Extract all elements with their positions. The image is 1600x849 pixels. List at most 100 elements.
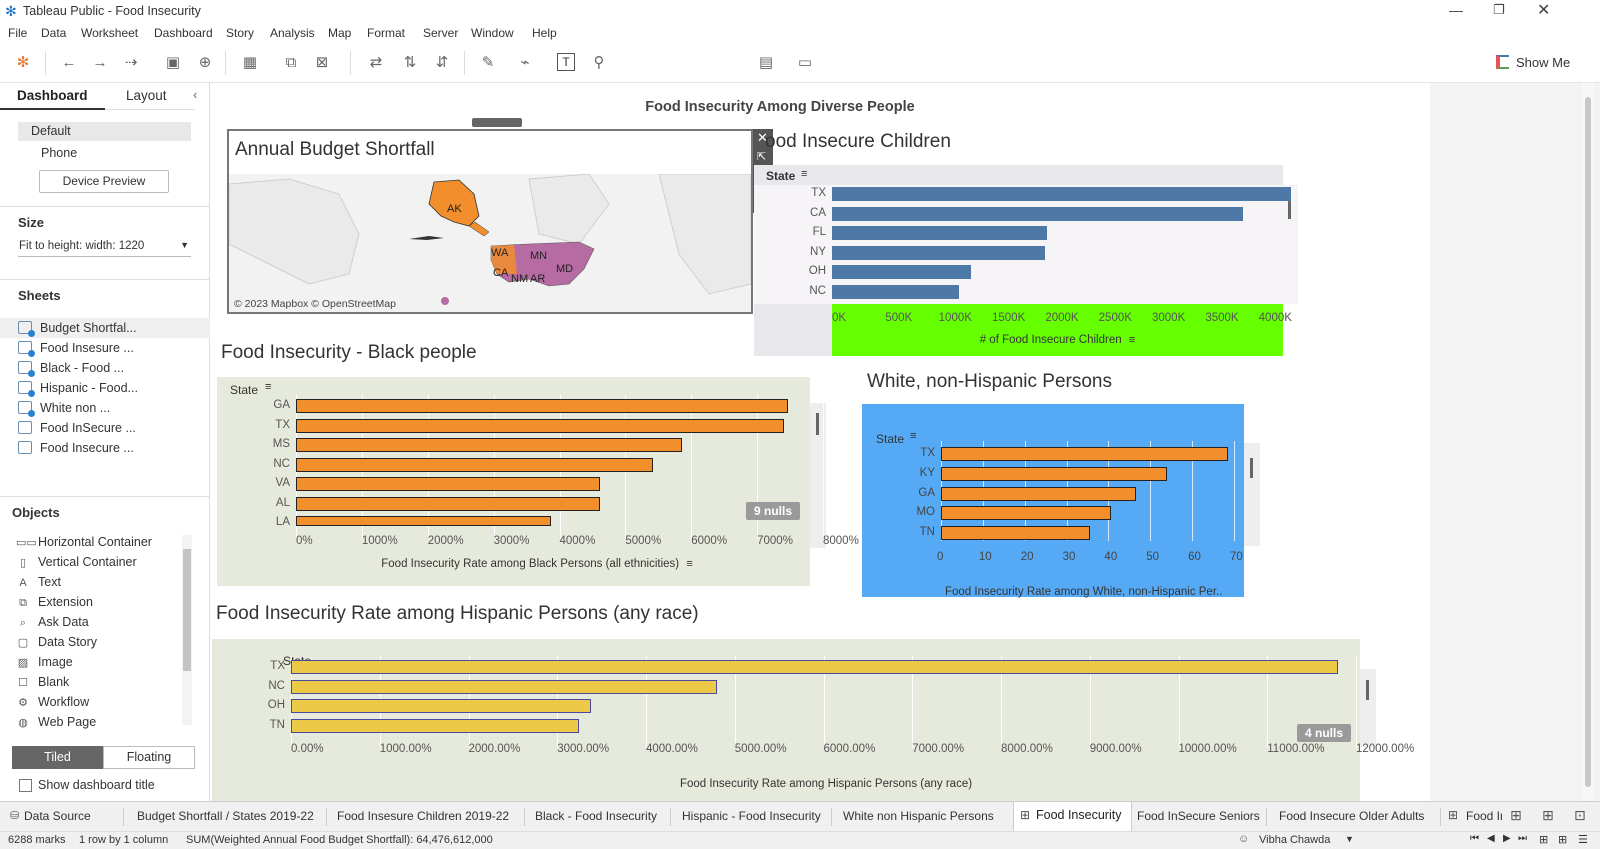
hispanic-scrollbar-track[interactable] [1360,669,1376,747]
new-worksheet-icon[interactable]: ⊞ [1510,807,1522,824]
menu-analysis[interactable]: Analysis [270,26,315,40]
duplicate-icon[interactable]: ⧉ [281,53,301,73]
children-scrollbar[interactable] [1288,201,1291,219]
white-scrollbar[interactable] [1250,458,1253,478]
bar[interactable] [832,265,971,279]
bar[interactable] [291,718,580,733]
bar[interactable] [296,418,784,433]
close-icon[interactable]: ✕ [1537,0,1550,20]
objects-scrollbar[interactable] [182,535,192,725]
collapse-panel-icon[interactable]: ‹ [193,87,197,102]
tab-data-source[interactable]: Data Source [24,809,91,823]
show-title-checkbox[interactable] [19,779,32,792]
object-ask-data[interactable]: ⌕ Ask Data [16,615,89,630]
last-sheet-icon[interactable]: ⏭ [1518,833,1527,844]
replay-icon[interactable]: ⇢ [121,53,141,73]
tab-black[interactable]: Black - Food Insecurity [535,809,657,823]
menu-window[interactable]: Window [471,26,514,40]
sort-icon[interactable]: ≡ [1129,334,1135,346]
new-story-icon[interactable]: ⊡ [1574,807,1586,824]
sheet-item[interactable]: Food Insesure ... [18,341,134,357]
tab-seniors[interactable]: Food InSecure Seniors [1137,809,1260,823]
menu-map[interactable]: Map [328,26,351,40]
pin-icon[interactable]: ⚲ [589,53,609,73]
tab-children[interactable]: Food Insesure Children 2019-22 [337,809,509,823]
bar[interactable] [296,399,788,413]
bar[interactable] [832,187,1291,201]
tab-food-insecurity-active[interactable]: ⊞ Food Insecurity [1013,802,1132,831]
show-labels-icon[interactable]: T [557,53,575,71]
sheet-item[interactable]: Food InSecure ... [18,421,136,435]
grid-view-icon[interactable]: ⊞ [1558,833,1567,846]
redo-icon[interactable]: → [90,53,110,73]
sort-ascending-icon[interactable]: ⇅ [400,53,420,73]
sheet-item[interactable]: Food Insecure ... [18,441,134,455]
sheet-item[interactable]: Budget Shortfal... [18,321,137,337]
tableau-home-icon[interactable]: ✻ [13,53,33,73]
canvas-scroll-thumb[interactable] [1585,97,1591,787]
bar[interactable] [296,516,551,526]
presentation-mode-icon[interactable]: ▭ [795,53,815,73]
hispanic-scrollbar[interactable] [1366,680,1369,700]
tab-food-in[interactable]: Food In [1466,809,1502,823]
minimize-icon[interactable]: — [1449,2,1463,18]
bar[interactable] [832,206,1243,221]
white-scrollbar-track[interactable] [1244,443,1260,546]
group-members-icon[interactable]: ⌁ [515,53,535,73]
tab-layout[interactable]: Layout [105,83,195,110]
map-view[interactable]: AK WA MN CA NM AR MD © 2023 Mapbox © Ope… [229,174,751,312]
show-me-button[interactable]: Show Me [1516,55,1570,70]
clear-sheet-icon[interactable]: ⊠ [312,53,332,73]
new-dashboard-icon[interactable]: ⊞ [1542,807,1554,824]
menu-file[interactable]: File [8,26,27,40]
object-extension[interactable]: ⧉ Extension [16,595,93,610]
sort-icon[interactable]: ≡ [686,558,692,570]
object-data-story[interactable]: ▢ Data Story [16,635,97,649]
sort-icon[interactable]: ≡ [910,430,916,442]
show-me-icon[interactable] [1496,55,1509,69]
sort-descending-icon[interactable]: ⇵ [432,53,452,73]
sort-icon[interactable]: ≡ [801,168,807,180]
menu-dashboard[interactable]: Dashboard [154,26,213,40]
tiled-button[interactable]: Tiled [12,746,103,769]
object-web-page[interactable]: ◍ Web Page [16,715,96,729]
user-name[interactable]: Vibha Chawda [1259,834,1330,846]
tab-white[interactable]: White non Hispanic Persons [843,809,994,823]
bar[interactable] [296,457,654,472]
bar[interactable] [941,466,1168,481]
bar[interactable] [941,486,1136,501]
bar[interactable] [291,660,1339,674]
tab-dashboard[interactable]: Dashboard [0,83,105,110]
maximize-icon[interactable]: ❐ [1493,2,1505,18]
bar[interactable] [296,496,601,511]
undo-icon[interactable]: ← [59,53,79,73]
canvas-scrollbar[interactable] [1582,83,1594,801]
sort-icon[interactable]: ≡ [265,381,271,393]
bar[interactable] [832,245,1046,260]
menu-help[interactable]: Help [532,26,557,40]
first-sheet-icon[interactable]: ⏮ [1470,833,1479,844]
tab-hispanic[interactable]: Hispanic - Food Insecurity [682,809,821,823]
drag-handle[interactable] [472,118,522,127]
device-default[interactable]: Default [18,122,191,141]
save-icon[interactable]: ▣ [163,53,183,73]
size-dropdown[interactable]: Fit to height: width: 1220 ▼ [18,237,191,257]
menu-worksheet[interactable]: Worksheet [81,26,138,40]
bar[interactable] [832,226,1048,240]
sheet-item[interactable]: White non ... [18,401,110,417]
menu-story[interactable]: Story [226,26,254,40]
nulls-badge[interactable]: 4 nulls [1297,724,1352,742]
nulls-badge[interactable]: 9 nulls [746,502,801,520]
object-blank[interactable]: ☐ Blank [16,675,69,689]
new-worksheet-icon[interactable]: ▦ [240,53,260,73]
bar[interactable] [832,284,959,299]
floating-button[interactable]: Floating [103,746,195,769]
bar[interactable] [941,506,1111,521]
device-phone[interactable]: Phone [41,146,77,160]
sheet-item[interactable]: Black - Food ... [18,361,124,377]
chevron-down-icon[interactable]: ▼ [1345,834,1354,844]
menu-format[interactable]: Format [367,26,405,40]
bar[interactable] [941,526,1090,541]
bar[interactable] [296,477,601,491]
device-preview-button[interactable]: Device Preview [39,170,169,193]
